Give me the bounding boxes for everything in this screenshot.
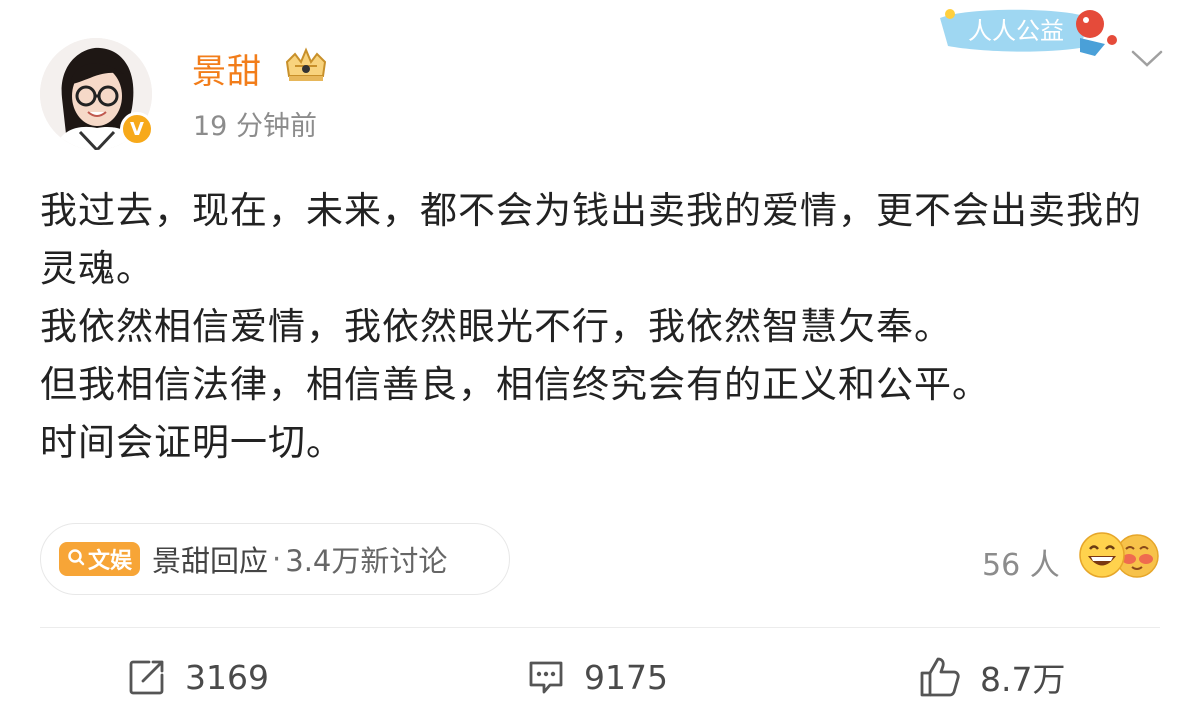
crown-icon[interactable] <box>281 46 331 86</box>
post-body: 我过去，现在，未来，都不会为钱出卖我的爱情，更不会出卖我的灵魂。 我依然相信爱情… <box>40 182 1160 472</box>
username[interactable]: 景甜 <box>192 44 262 93</box>
repost-count: 3169 <box>185 657 269 697</box>
comment-button[interactable]: 9175 <box>526 648 668 706</box>
post-paragraph: 时间会证明一切。 <box>40 421 344 464</box>
avatar[interactable]: V <box>40 38 154 150</box>
post-timestamp: 19 分钟前 <box>193 111 317 142</box>
topic-separator: · <box>272 542 282 576</box>
charity-label: 人人公益 <box>968 17 1064 45</box>
post-paragraph: 但我相信法律，相信善良，相信终究会有的正义和公平。 <box>40 363 990 406</box>
reaction-count[interactable]: 56 人 <box>982 540 1060 584</box>
grin-emoji-icon <box>1078 531 1126 579</box>
comment-count: 9175 <box>584 657 668 697</box>
comment-icon <box>526 657 566 697</box>
topic-discussion-count: 3.4万新讨论 <box>285 544 448 578</box>
like-button[interactable]: 8.7万 <box>918 648 1065 706</box>
charity-badge[interactable]: 人人公益 <box>930 0 1125 58</box>
verified-badge: V <box>120 112 154 146</box>
topic-link[interactable]: 文娱 景甜回应 · 3.4万新讨论 <box>40 523 510 595</box>
topic-title: 景甜回应 <box>152 544 269 578</box>
post-paragraph: 我依然相信爱情，我依然眼光不行，我依然智慧欠奉。 <box>40 305 952 348</box>
like-count: 8.7万 <box>980 660 1066 699</box>
topic-category-label: 文娱 <box>88 549 133 574</box>
thumbs-up-icon <box>918 655 962 699</box>
search-icon <box>67 547 85 572</box>
repost-button[interactable]: 3169 <box>127 648 269 706</box>
topic-category-tag: 文娱 <box>59 542 141 576</box>
post-paragraph: 我过去，现在，未来，都不会为钱出卖我的爱情，更不会出卖我的灵魂。 <box>40 189 1142 290</box>
chevron-down-icon[interactable] <box>1130 48 1164 70</box>
weibo-post-card: V 景甜 19 分钟前 人人公益 我过去，现在，未来，都不会为钱出卖我的爱情，更… <box>0 0 1200 723</box>
divider <box>40 627 1160 628</box>
repost-icon <box>127 657 167 697</box>
